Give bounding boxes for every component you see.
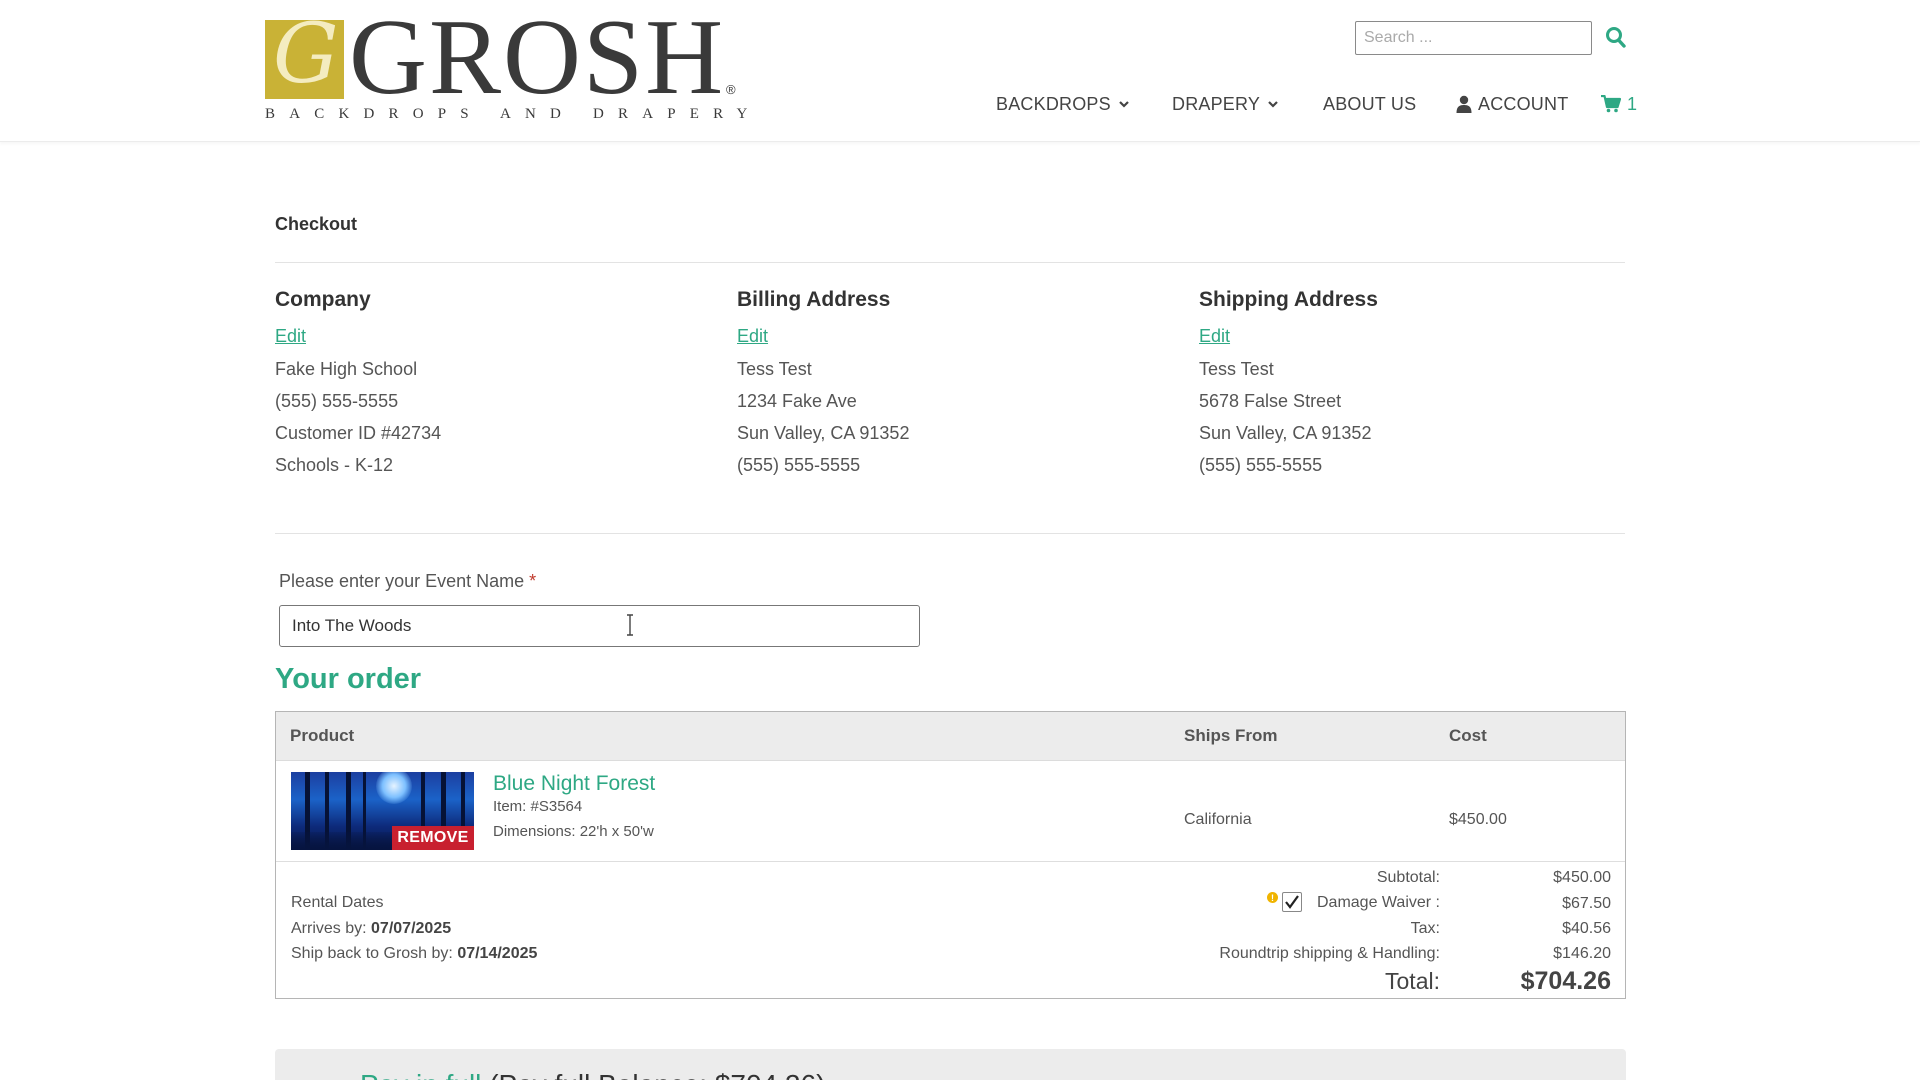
company-line: Fake High School xyxy=(275,359,418,379)
text-cursor-icon xyxy=(627,614,633,636)
logo-mark: G xyxy=(265,14,344,99)
ship-back-label: Ship back to Grosh by: xyxy=(291,945,453,962)
product-item-number: Item: #S3564 xyxy=(493,798,583,815)
shipping-handling-label: Roundtrip shipping & Handling: xyxy=(1219,945,1440,962)
damage-waiver-checkbox[interactable] xyxy=(1282,892,1302,912)
shipping-handling-value: $146.20 xyxy=(1553,945,1611,962)
company-title: Company xyxy=(275,288,371,311)
your-order-title: Your order xyxy=(275,663,422,695)
rental-dates-title: Rental Dates xyxy=(291,894,384,911)
user-icon xyxy=(1456,95,1472,113)
logo-tagline: BACKDROPS AND DRAPERY xyxy=(265,106,762,122)
page-title: Checkout xyxy=(275,214,358,234)
search-input[interactable] xyxy=(1355,21,1592,55)
info-icon[interactable]: ! xyxy=(1267,892,1278,903)
shipping-section: Shipping Address Edit Tess Test 5678 Fal… xyxy=(1199,288,1619,485)
shipping-title: Shipping Address xyxy=(1199,288,1378,311)
nav-about-label: ABOUT US xyxy=(1323,93,1417,114)
billing-edit-link[interactable]: Edit xyxy=(737,326,1157,354)
grosh-logo[interactable]: G GROSH ® BACKDROPS AND DRAPERY xyxy=(265,4,762,124)
nav-cart[interactable]: 1 xyxy=(1601,92,1637,116)
payment-option-text: Pay in full (Pay full Balance: $704.26) xyxy=(360,1069,825,1080)
divider xyxy=(275,262,1625,263)
arrives-by-label: Arrives by: xyxy=(291,920,367,937)
damage-waiver-label: Damage Waiver : xyxy=(1317,894,1440,911)
header-ships-from: Ships From xyxy=(1184,726,1278,745)
header-cost: Cost xyxy=(1449,726,1487,745)
shipping-line: (555) 555-5555 xyxy=(1199,455,1323,475)
header-product: Product xyxy=(290,726,355,745)
total-value: $704.26 xyxy=(1520,967,1611,995)
logo-mark-letter: G xyxy=(273,7,339,102)
ship-back-date: 07/14/2025 xyxy=(457,945,538,962)
company-section: Company Edit Fake High School (555) 555-… xyxy=(275,288,695,485)
arrives-by: Arrives by: 07/07/2025 xyxy=(291,920,451,938)
billing-line: Tess Test xyxy=(737,359,812,379)
total-label: Total: xyxy=(1385,968,1440,994)
company-line: Customer ID #42734 xyxy=(275,423,442,443)
search-icon xyxy=(1606,27,1626,48)
remove-item-button[interactable]: REMOVE xyxy=(392,826,474,850)
logo-registered-mark: ® xyxy=(726,82,736,97)
tax-value: $40.56 xyxy=(1562,920,1611,937)
subtotal-value: $450.00 xyxy=(1553,869,1611,886)
product-name-link[interactable]: Blue Night Forest xyxy=(493,772,655,796)
pay-in-full-label: Pay in full xyxy=(360,1069,481,1080)
logo-wordmark: GROSH xyxy=(349,0,726,117)
cart-count: 1 xyxy=(1627,93,1638,114)
order-table: Product Ships From Cost REMOVE Blue Nigh… xyxy=(275,711,1626,999)
company-line: (555) 555-5555 xyxy=(275,391,399,411)
event-name-input[interactable] xyxy=(279,605,920,647)
company-edit-link[interactable]: Edit xyxy=(275,326,695,354)
shipping-edit-link[interactable]: Edit xyxy=(1199,326,1619,354)
checkmark-icon xyxy=(1285,895,1299,909)
ships-from-value: California xyxy=(1184,811,1252,828)
product-dimensions: Dimensions: 22'h x 50'w xyxy=(493,823,654,840)
nav-drapery[interactable]: DRAPERY xyxy=(1172,92,1280,116)
order-table-header: Product Ships From Cost xyxy=(276,712,1625,761)
site-header: G GROSH ® BACKDROPS AND DRAPERY BACKDROP… xyxy=(0,0,1920,142)
divider xyxy=(275,533,1625,534)
company-line: Schools - K-12 xyxy=(275,455,394,475)
shipping-line: 5678 False Street xyxy=(1199,391,1342,411)
nav-backdrops[interactable]: BACKDROPS xyxy=(996,92,1131,116)
subtotal-label: Subtotal: xyxy=(1376,869,1440,886)
search-button[interactable] xyxy=(1605,26,1627,50)
billing-line: (555) 555-5555 xyxy=(737,455,861,475)
billing-section: Billing Address Edit Tess Test 1234 Fake… xyxy=(737,288,1157,485)
nav-about-us[interactable]: ABOUT US xyxy=(1323,92,1416,116)
chevron-down-icon xyxy=(1268,101,1278,108)
required-mark: * xyxy=(529,571,537,591)
tax-label: Tax: xyxy=(1410,920,1440,937)
chevron-down-icon xyxy=(1119,101,1129,108)
nav-account[interactable]: ACCOUNT xyxy=(1456,92,1568,116)
billing-line: Sun Valley, CA 91352 xyxy=(737,423,910,443)
billing-line: 1234 Fake Ave xyxy=(737,391,857,411)
row-divider xyxy=(276,861,1625,862)
event-name-label-text: Please enter your Event Name xyxy=(279,571,525,591)
pay-in-full-detail: (Pay full Balance: $704.26) xyxy=(489,1069,825,1080)
nav-backdrops-label: BACKDROPS xyxy=(996,93,1111,114)
billing-title: Billing Address xyxy=(737,288,891,311)
nav-account-label: ACCOUNT xyxy=(1478,93,1569,114)
arrives-by-date: 07/07/2025 xyxy=(371,920,452,937)
ship-back-by: Ship back to Grosh by: 07/14/2025 xyxy=(291,945,537,963)
product-thumbnail[interactable]: REMOVE xyxy=(291,772,474,850)
nav-drapery-label: DRAPERY xyxy=(1172,93,1261,114)
item-cost-value: $450.00 xyxy=(1449,811,1507,828)
cart-icon xyxy=(1601,95,1621,113)
payment-option-panel[interactable]: Pay in full (Pay full Balance: $704.26) xyxy=(275,1049,1626,1080)
shipping-line: Tess Test xyxy=(1199,359,1274,379)
shipping-line: Sun Valley, CA 91352 xyxy=(1199,423,1372,443)
event-name-label: Please enter your Event Name * xyxy=(279,571,536,592)
damage-waiver-value: $67.50 xyxy=(1562,895,1611,912)
thumbnail-moon xyxy=(376,772,412,804)
